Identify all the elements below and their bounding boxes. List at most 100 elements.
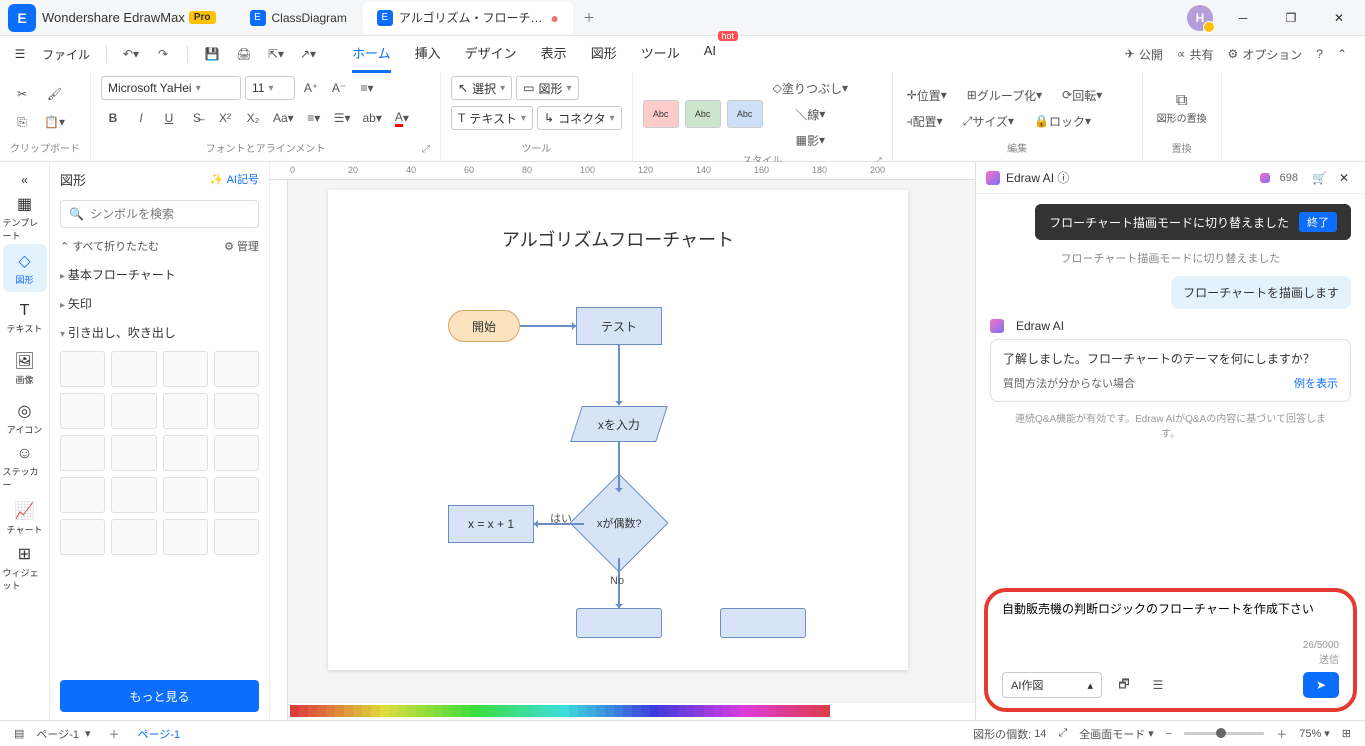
shape-thumbnail[interactable]	[214, 351, 259, 387]
align-button[interactable]: ⫞ 配置▾	[903, 109, 947, 133]
lock-button[interactable]: 🔒 ロック▾	[1030, 109, 1095, 133]
minimize-button[interactable]: ─	[1225, 2, 1261, 34]
close-button[interactable]: ✕	[1321, 2, 1357, 34]
rail-shape[interactable]: ◇図形	[3, 244, 47, 292]
ai-toast-close-button[interactable]: 終了	[1299, 212, 1337, 232]
file-menu[interactable]: ファイル	[42, 46, 90, 63]
undo-button[interactable]: ↶▾	[117, 42, 145, 66]
italic-button[interactable]: I	[129, 106, 153, 130]
manage-button[interactable]: ⚙ 管理	[224, 238, 259, 254]
publish-button[interactable]: ✈ 公開	[1125, 46, 1163, 63]
fit-page-button[interactable]: ⤢	[1052, 727, 1073, 740]
font-family-select[interactable]: Microsoft YaHei▾	[101, 76, 241, 100]
connector[interactable]	[618, 442, 620, 492]
ai-attach-icon[interactable]: 🗗	[1112, 673, 1136, 697]
shape-thumbnail[interactable]	[60, 393, 105, 429]
close-ai-panel-button[interactable]: ✕	[1333, 171, 1355, 185]
connector-label[interactable]: No	[610, 575, 624, 587]
add-page-button[interactable]: ＋	[103, 726, 126, 742]
text-tool[interactable]: T テキスト▾	[451, 106, 533, 130]
shape-search-input[interactable]: 🔍	[60, 200, 259, 228]
shape-thumbnail[interactable]	[214, 435, 259, 471]
align-button[interactable]: ≡▾	[355, 76, 379, 100]
flowchart-process[interactable]	[720, 608, 806, 638]
shape-thumbnail[interactable]	[214, 519, 259, 555]
shape-thumbnail[interactable]	[111, 519, 156, 555]
shadow-button[interactable]: ▦ 影 ▾	[769, 128, 852, 152]
shape-thumbnail[interactable]	[111, 477, 156, 513]
rail-chart[interactable]: 📈チャート	[3, 494, 47, 542]
connector-label[interactable]: はい	[550, 510, 572, 526]
shape-thumbnail[interactable]	[60, 477, 105, 513]
zoom-in-button[interactable]: ＋	[1270, 726, 1293, 742]
ai-template-icon[interactable]: ☰	[1146, 673, 1170, 697]
fill-button[interactable]: ◇ 塗りつぶし ▾	[769, 76, 852, 100]
rail-sticker[interactable]: ☺ステッカー	[3, 444, 47, 492]
shape-thumbnail[interactable]	[60, 435, 105, 471]
share-button[interactable]: ↗▾	[294, 42, 322, 66]
bullets-button[interactable]: ☰▾	[330, 106, 355, 130]
position-button[interactable]: ✛ 位置▾	[903, 83, 951, 107]
shape-thumbnail[interactable]	[111, 393, 156, 429]
menu-tab-shape[interactable]: 図形	[591, 35, 617, 73]
flowchart-input[interactable]: xを入力	[570, 406, 668, 442]
help-button[interactable]: ?	[1316, 47, 1323, 61]
menu-tab-ai[interactable]: AI hot	[704, 35, 716, 73]
copy-button[interactable]: ⎘	[10, 110, 34, 134]
shape-thumbnail[interactable]	[163, 393, 208, 429]
shape-thumbnail[interactable]	[163, 351, 208, 387]
share-button[interactable]: ∝ 共有	[1177, 46, 1214, 63]
font-color-button[interactable]: A▾	[390, 106, 414, 130]
print-button[interactable]: 🖨	[230, 42, 258, 66]
format-painter-button[interactable]: 🖌	[40, 82, 69, 106]
rail-widget[interactable]: ⊞ウィジェット	[3, 544, 47, 592]
menu-tab-insert[interactable]: 挿入	[415, 35, 441, 73]
flowchart-title[interactable]: アルゴリズムフローチャート	[328, 226, 908, 252]
hamburger-icon[interactable]: ☰	[8, 42, 32, 66]
flowchart-process[interactable]: テスト	[576, 307, 662, 345]
flowchart-process[interactable]	[576, 608, 662, 638]
shape-thumbnail[interactable]	[60, 519, 105, 555]
shape-thumbnail[interactable]	[163, 435, 208, 471]
menu-tab-view[interactable]: 表示	[541, 35, 567, 73]
options-button[interactable]: ⚙ オプション	[1227, 46, 1302, 63]
view-mode-button[interactable]: ⊞	[1336, 727, 1357, 740]
ai-mode-select[interactable]: AI作図▴	[1002, 672, 1102, 698]
shape-tool[interactable]: ▭ 図形▾	[516, 76, 578, 100]
shape-thumbnail[interactable]	[214, 477, 259, 513]
shape-category[interactable]: 矢印	[60, 289, 259, 318]
decrease-font-button[interactable]: A⁻	[327, 76, 351, 100]
menu-tab-tool[interactable]: ツール	[641, 35, 680, 73]
replace-shape-button[interactable]: ⧉ 図形の置換	[1153, 82, 1211, 134]
menu-tab-design[interactable]: デザイン	[465, 35, 517, 73]
connector-tool[interactable]: ↳ コネクタ▾	[537, 106, 622, 130]
export-button[interactable]: ⇱▾	[262, 42, 290, 66]
select-tool[interactable]: ↖ 選択▾	[451, 76, 512, 100]
bold-button[interactable]: B	[101, 106, 125, 130]
save-button[interactable]: 💾	[198, 42, 226, 66]
underline-button[interactable]: U	[157, 106, 181, 130]
shape-thumbnail[interactable]	[163, 477, 208, 513]
redo-button[interactable]: ↷	[149, 42, 177, 66]
rotate-button[interactable]: ⟳ 回転▾	[1058, 83, 1106, 107]
line-spacing-button[interactable]: ≡▾	[302, 106, 326, 130]
ai-send-button[interactable]: ➤	[1303, 672, 1339, 698]
collapse-ribbon-button[interactable]: ⌃	[1337, 47, 1347, 61]
rail-template[interactable]: ▦テンプレート	[3, 194, 47, 242]
zoom-value[interactable]: 75% ▾	[1293, 727, 1336, 740]
ai-credits[interactable]: 698	[1260, 172, 1298, 184]
cart-icon[interactable]: 🛒	[1306, 171, 1333, 185]
flowchart-process[interactable]: x = x + 1	[448, 505, 534, 543]
style-preset[interactable]: Abc	[727, 100, 763, 128]
zoom-slider[interactable]	[1184, 732, 1264, 735]
strike-button[interactable]: S̶	[185, 106, 209, 130]
group-button[interactable]: ⊞ グループ化▾	[963, 83, 1046, 107]
color-palette[interactable]	[270, 702, 975, 720]
increase-font-button[interactable]: A⁺	[299, 76, 323, 100]
add-tab-button[interactable]: ＋	[575, 4, 603, 32]
collapse-all-button[interactable]: ⌃ すべて折りたたむ	[60, 238, 159, 254]
menu-tab-home[interactable]: ホーム	[352, 35, 391, 73]
outline-toggle[interactable]: ▤	[8, 727, 30, 740]
collapse-panel-button[interactable]: «	[3, 168, 47, 192]
rail-image[interactable]: 🖼画像	[3, 344, 47, 392]
